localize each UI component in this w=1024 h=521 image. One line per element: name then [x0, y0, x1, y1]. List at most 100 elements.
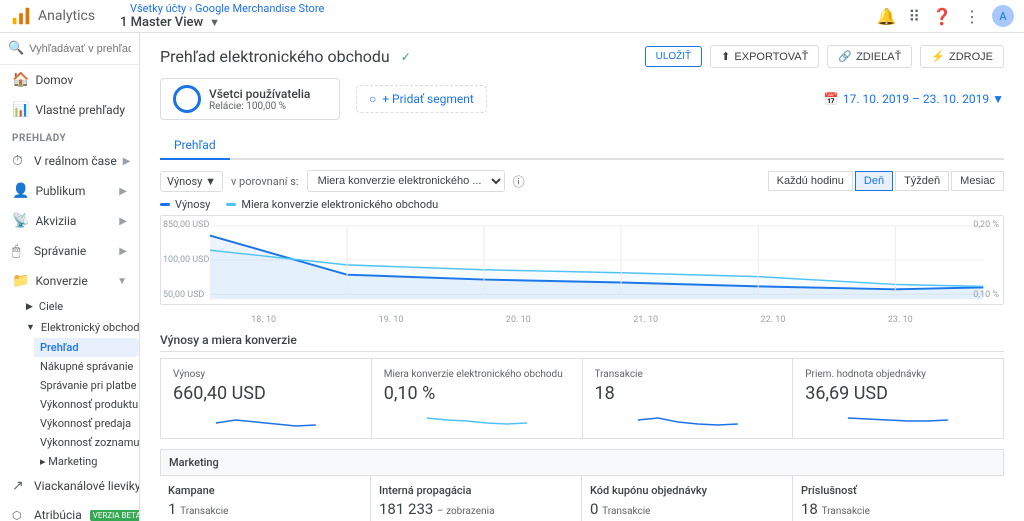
- mkt-kampane-title: Kampane: [168, 484, 362, 497]
- konverzie-submenu: ▶ Ciele ▼ Elektronický obchod Prehľad Ná…: [0, 296, 139, 471]
- freq-buttons: Každú hodinu Deň Týždeň Mesiac: [768, 171, 1004, 191]
- mkt-kupon-title: Kód kupónu objednávky: [590, 484, 784, 497]
- stats-section: Výnosy a miera konverzie Výnosy 660,40 U…: [160, 333, 1004, 439]
- sidebar-item-marketing-sub[interactable]: ▸ Marketing: [34, 452, 139, 471]
- mkt-interna-title: Interná propagácia: [379, 484, 573, 497]
- expand-icon5: ▼: [117, 276, 127, 287]
- custom-reports-icon: 📊: [12, 102, 29, 118]
- sidebar-item-spravanie[interactable]: 🖱 Správanie ▶: [0, 236, 139, 266]
- page-title: Prehľad elektronického obchodu: [160, 47, 390, 66]
- sidebar-item-akvizicia[interactable]: 📡 Akviziia ▶: [0, 206, 139, 236]
- metric-select[interactable]: Výnosy ▼: [160, 171, 223, 192]
- status-check-icon: ✓: [401, 50, 411, 64]
- breadcrumb: Všetky účty › Google Merchandise Store: [120, 2, 876, 15]
- stat-transactions-sparkline: [595, 408, 781, 428]
- sidebar-item-realny-cas[interactable]: ⏱ V reálnom čase ▶: [0, 146, 139, 176]
- share-button[interactable]: 🔗 ZDIEĽAŤ: [827, 45, 912, 68]
- sidebar-item-vlastne[interactable]: 📊 Vlastné prehľady: [0, 95, 139, 125]
- freq-month[interactable]: Mesiac: [951, 171, 1004, 191]
- sidebar-item-vykonnost-predaj[interactable]: Výkonnosť predaja: [34, 414, 139, 433]
- nav-section-prehlady: PREHLADY: [0, 125, 139, 146]
- sidebar-item-konverzie[interactable]: 📁 Konverzie ▼: [0, 266, 139, 296]
- main-content: Prehľad elektronického obchodu ✓ ULOŽIŤ …: [140, 33, 1024, 521]
- mkt-kupon-main: 0 Transakcie: [590, 500, 784, 518]
- acquisition-icon: 📡: [12, 213, 29, 229]
- home-icon: 🏠: [12, 72, 29, 88]
- sidebar-item-atribucia[interactable]: ⬡ Atribúcia VERZIA BETA: [0, 501, 139, 521]
- sidebar-item-spravanie-platba[interactable]: Správanie pri platbe: [34, 376, 139, 395]
- breadcrumb-link1[interactable]: Všetky účty: [130, 2, 186, 15]
- x-axis-labels: 18. 10 19. 10 20. 10 21. 10 22. 10 23. 1…: [160, 315, 1004, 325]
- sources-button[interactable]: ⚡ ZDROJE: [920, 45, 1004, 68]
- sidebar-item-domov[interactable]: 🏠 Domov: [0, 65, 139, 95]
- date-range-picker[interactable]: 📅 17. 10. 2019 – 23. 10. 2019 ▼: [824, 92, 1004, 106]
- sidebar-item-prehlad[interactable]: Prehľad: [34, 338, 139, 357]
- freq-week[interactable]: Týždeň: [895, 171, 949, 191]
- segment-all-users[interactable]: Všetci používatelia Relácie: 100,00 %: [160, 78, 340, 120]
- sidebar-item-vykonnost-prod[interactable]: Výkonnosť produktu: [34, 395, 139, 414]
- page-header: Prehľad elektronického obchodu ✓ ULOŽIŤ …: [160, 45, 1004, 68]
- top-icons: 🔔 ⠿ ❓ ⋮ A: [876, 5, 1014, 27]
- sidebar-item-elektronicky[interactable]: ▼ Elektronický obchod: [22, 317, 139, 338]
- add-segment-button[interactable]: ○ + Pridať segment: [356, 85, 487, 113]
- sidebar-item-ciele[interactable]: ▶ Ciele: [22, 296, 139, 317]
- analytics-logo-icon: [10, 5, 32, 27]
- layout: 🔍 🏠 Domov 📊 Vlastné prehľady PREHLADY ⏱ …: [0, 33, 1024, 521]
- chart-area: 850,00 USD 100,00 USD 50,00 USD 0,20 % 0…: [160, 215, 1004, 305]
- logo-text: Analytics: [38, 8, 95, 24]
- segment-title: Všetci používatelia: [209, 87, 310, 101]
- sidebar-item-vykonnost-zoz[interactable]: Výkonnosť zoznamu produktov: [34, 433, 139, 452]
- view-title-arrow[interactable]: ▼: [209, 16, 220, 29]
- stat-revenue: Výnosy 660,40 USD: [161, 359, 371, 438]
- segment-bar: Všetci používatelia Relácie: 100,00 % ○ …: [160, 78, 1004, 120]
- compare-select[interactable]: Miera konverzie elektronického ...: [307, 170, 505, 192]
- grid-icon[interactable]: ⠿: [908, 7, 920, 26]
- expand-icon3: ▶: [119, 216, 127, 227]
- expand-icon: ▶: [123, 156, 131, 167]
- expand-ciele-icon: ▶: [26, 302, 33, 312]
- stat-transactions-label: Transakcie: [595, 369, 781, 380]
- search-input[interactable]: [29, 43, 131, 55]
- stat-avg-order-label: Priem. hodnota objednávky: [805, 369, 991, 380]
- mkt-prislusnost-title: Príslušnosť: [801, 484, 996, 497]
- add-segment-icon: ○: [369, 92, 376, 106]
- expand-elektronicky-icon: ▼: [26, 322, 35, 333]
- stat-revenue-label: Výnosy: [173, 369, 359, 380]
- legend-dot-revenue: [160, 203, 170, 206]
- stat-revenue-sparkline: [173, 408, 359, 428]
- header-actions: ULOŽIŤ ⬆ EXPORTOVAŤ 🔗 ZDIEĽAŤ ⚡ ZDROJE: [645, 45, 1004, 68]
- mkt-prislusnost-main: 18 Transakcie: [801, 500, 996, 518]
- freq-hourly[interactable]: Každú hodinu: [768, 171, 853, 191]
- dots-vertical-icon[interactable]: ⋮: [964, 7, 980, 26]
- stats-grid: Výnosy 660,40 USD Miera konverzie elektr…: [160, 358, 1004, 439]
- legend-revenue: Výnosy: [160, 198, 210, 211]
- stat-avg-order-value: 36,69 USD: [805, 383, 991, 404]
- topbar: Analytics Všetky účty › Google Merchandi…: [0, 0, 1024, 33]
- bell-icon[interactable]: 🔔: [876, 7, 896, 26]
- compare-info-icon[interactable]: ⓘ: [513, 173, 525, 190]
- expand-icon4: ▶: [119, 246, 127, 257]
- freq-day[interactable]: Deň: [855, 171, 893, 191]
- search-sidebar-icon: 🔍: [8, 41, 24, 56]
- account-icon[interactable]: A: [992, 5, 1014, 27]
- stat-avg-order-sparkline: [805, 408, 991, 428]
- chart-svg: [161, 216, 1003, 304]
- sidebar-item-nakupne[interactable]: Nákupné správanie: [34, 357, 139, 376]
- vs-text: v porovnaní s:: [231, 175, 299, 188]
- save-button[interactable]: ULOŽIŤ: [645, 46, 703, 67]
- export-button[interactable]: ⬆ EXPORTOVAŤ: [710, 45, 819, 68]
- sidebar-item-viackanalne[interactable]: ↗ Viackanálové lieviky ▶: [0, 471, 139, 501]
- breadcrumb-link2[interactable]: Google Merchandise Store: [195, 2, 324, 15]
- marketing-cols: Kampane 1 Transakcie 83,60 USD Výnosy 83…: [160, 476, 1004, 521]
- calendar-icon: 📅: [824, 92, 839, 106]
- sidebar-item-publikum[interactable]: 👤 Publikum ▶: [0, 176, 139, 206]
- legend-conversion: Miera konverzie elektronického obchodu: [226, 198, 438, 211]
- view-title: 1 Master View: [120, 15, 203, 30]
- attribution-icon: ⬡: [12, 509, 28, 521]
- help-icon[interactable]: ❓: [932, 7, 952, 26]
- sources-icon: ⚡: [931, 50, 945, 63]
- realtime-icon: ⏱: [12, 153, 28, 169]
- mkt-col-prislusnost: Príslušnosť 18 Transakcie 660,40 USD – v…: [793, 476, 1004, 521]
- tab-prehlad[interactable]: Prehľad: [160, 132, 230, 160]
- segment-circle: [173, 85, 201, 113]
